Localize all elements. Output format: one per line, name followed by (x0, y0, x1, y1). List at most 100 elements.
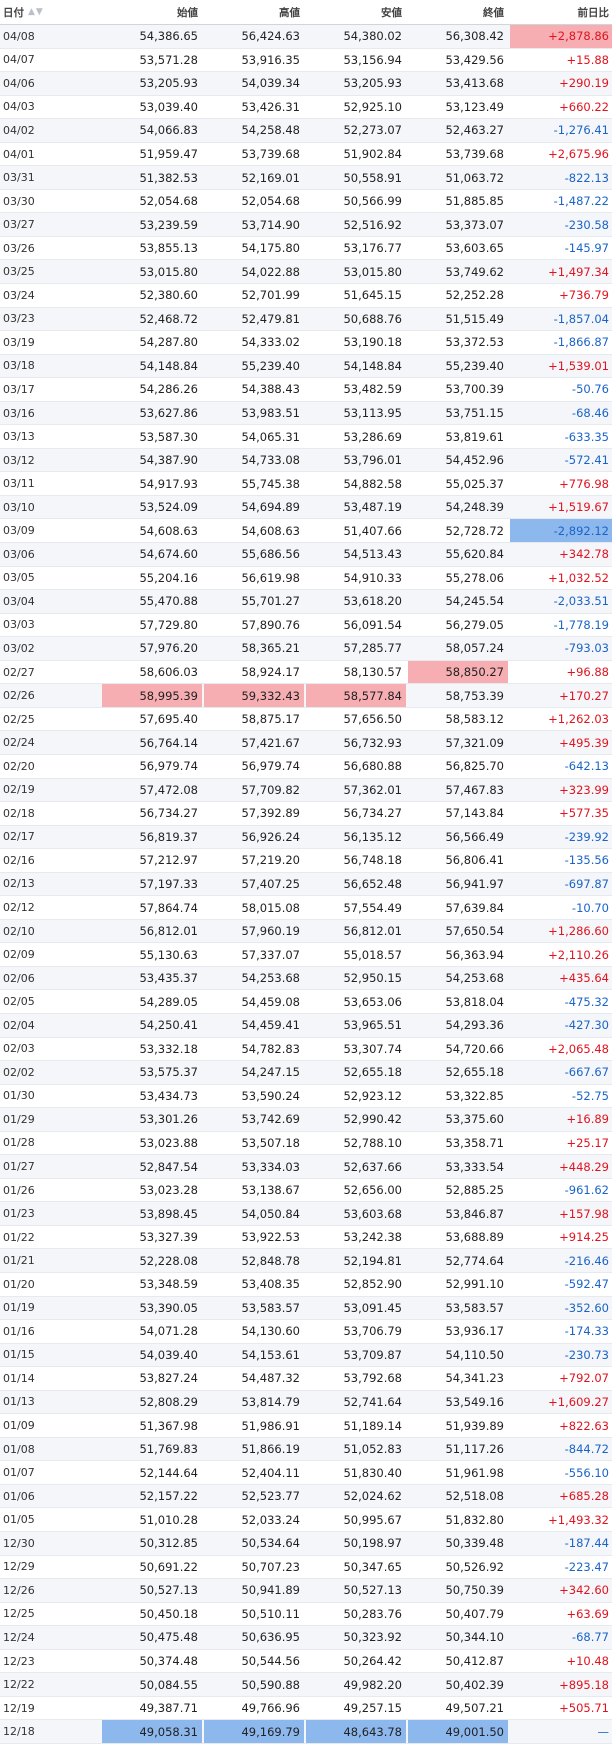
cell-open: 57,976.20 (139, 641, 198, 656)
cell-close: 54,341.23 (445, 1371, 504, 1386)
cell-close: 53,819.61 (445, 429, 504, 444)
cell-open: 53,332.18 (139, 1041, 198, 1056)
cell-date: 03/26 (3, 241, 35, 255)
cell-close: 58,753.39 (445, 688, 504, 703)
header-date[interactable]: 日付 ▲▼ (0, 0, 96, 24)
cell-change: -592.47 (564, 1277, 609, 1292)
cell-open: 53,023.28 (139, 1183, 198, 1198)
table-row: 03/31 51,382.53 52,169.01 50,558.91 51,063.7… (0, 166, 612, 190)
table-row: 12/18 49,058.31 49,169.79 48,643.78 49,001.5… (0, 1720, 612, 1744)
cell-open: 51,959.47 (139, 147, 198, 161)
cell-change: -145.97 (564, 241, 609, 256)
table-row: 02/18 56,734.27 57,392.89 56,734.27 57,143.8… (0, 802, 612, 826)
cell-high: 54,459.41 (241, 1018, 300, 1033)
cell-low: 53,113.95 (343, 406, 402, 421)
cell-close: 52,991.10 (445, 1277, 504, 1292)
table-row: 03/05 55,204.16 56,619.98 54,910.33 55,278.0… (0, 566, 612, 591)
table-row: 01/05 51,010.28 52,033.24 50,995.67 51,832.8… (0, 1508, 612, 1532)
cell-close: 54,720.66 (445, 1041, 504, 1056)
cell-open: 52,228.08 (139, 1253, 198, 1268)
cell-high: 59,332.43 (204, 684, 304, 707)
cell-change: -822.13 (564, 170, 609, 185)
table-row: 12/24 50,475.48 50,636.95 50,323.92 50,344.1… (0, 1626, 612, 1650)
cell-high: 54,333.02 (241, 335, 300, 350)
cell-low: 56,135.12 (343, 829, 402, 844)
cell-close: 51,832.80 (445, 1512, 504, 1527)
cell-high: 53,426.31 (241, 99, 300, 114)
cell-low: 56,734.27 (343, 806, 402, 821)
cell-open: 53,301.26 (139, 1112, 198, 1127)
cell-change: +1,497.34 (548, 264, 609, 279)
cell-open: 52,380.60 (139, 288, 198, 303)
cell-close: 53,603.65 (445, 241, 504, 256)
table-header: 日付 ▲▼ 始値 高値 安値 終値 前日比 (0, 0, 612, 25)
cell-high: 56,926.24 (241, 829, 300, 844)
cell-change: -239.92 (564, 829, 609, 844)
table-row: 02/19 57,472.08 57,709.82 57,362.01 57,467.8… (0, 778, 612, 803)
cell-close: 53,583.57 (445, 1300, 504, 1315)
cell-close: 54,253.68 (445, 971, 504, 986)
cell-date: 01/07 (3, 1466, 35, 1480)
cell-close: 58,850.27 (408, 660, 508, 684)
cell-high: 53,334.03 (241, 1159, 300, 1174)
cell-open: 53,015.80 (139, 264, 198, 279)
table-row: 04/01 51,959.47 53,739.68 51,902.84 53,739.6… (0, 142, 612, 167)
cell-date: 02/17 (3, 830, 35, 844)
cell-change: +2,675.96 (548, 147, 609, 161)
table-row: 03/12 54,387.90 54,733.08 53,796.01 54,452.9… (0, 448, 612, 473)
cell-high: 58,924.17 (241, 665, 300, 680)
cell-open: 49,058.31 (102, 1720, 202, 1743)
cell-high: 56,424.63 (241, 29, 300, 44)
cell-change: -642.13 (564, 759, 609, 774)
table-row: 04/07 53,571.28 53,916.35 53,156.94 53,429.5… (0, 48, 612, 73)
cell-change: +736.79 (559, 288, 609, 303)
cell-open: 50,084.55 (139, 1677, 198, 1692)
cell-high: 52,404.11 (241, 1465, 300, 1480)
cell-high: 54,487.32 (241, 1371, 300, 1386)
cell-open: 57,212.97 (139, 853, 198, 868)
cell-close: 50,750.39 (445, 1583, 504, 1598)
cell-low: 52,950.15 (343, 971, 402, 986)
cell-close: 53,739.68 (445, 147, 504, 161)
cell-open: 54,286.26 (139, 382, 198, 397)
cell-change: +157.98 (559, 1206, 609, 1221)
table-row: 12/30 50,312.85 50,534.64 50,198.97 50,339.4… (0, 1532, 612, 1556)
cell-low: 52,990.42 (343, 1112, 402, 1127)
cell-close: 51,515.49 (445, 311, 504, 326)
table-row: 02/27 58,606.03 58,924.17 58,130.57 58,850.2… (0, 660, 612, 685)
cell-open: 50,475.48 (139, 1630, 198, 1645)
table-row: 02/03 53,332.18 54,782.83 53,307.74 54,720.6… (0, 1037, 612, 1062)
cell-high: 58,875.17 (241, 712, 300, 727)
cell-open: 53,898.45 (139, 1206, 198, 1221)
table-row: 01/07 52,144.64 52,404.11 51,830.40 51,961.9… (0, 1461, 612, 1485)
cell-high: 57,407.25 (241, 876, 300, 891)
cell-date: 03/05 (3, 571, 35, 585)
cell-open: 50,374.48 (139, 1654, 198, 1668)
cell-high: 50,544.56 (241, 1654, 300, 1668)
table-row: 04/03 53,039.40 53,426.31 52,925.10 53,123.4… (0, 95, 612, 120)
table-row: 03/26 53,855.13 54,175.80 53,176.77 53,603.6… (0, 236, 612, 261)
cell-date: 12/25 (3, 1607, 35, 1621)
cell-low: 50,264.42 (343, 1654, 402, 1668)
table-row: 01/06 52,157.22 52,523.77 52,024.62 52,518.0… (0, 1484, 612, 1509)
cell-open: 52,808.29 (139, 1394, 198, 1409)
cell-close: 52,655.18 (445, 1065, 504, 1080)
cell-open: 52,144.64 (139, 1465, 198, 1480)
cell-date: 03/17 (3, 382, 35, 396)
sort-arrows-icon[interactable]: ▲▼ (28, 7, 44, 17)
cell-date: 03/31 (3, 171, 35, 185)
cell-low: 53,706.79 (343, 1324, 402, 1339)
cell-high: 56,979.74 (241, 759, 300, 774)
cell-low: 57,285.77 (343, 641, 402, 656)
cell-date: 01/16 (3, 1324, 35, 1338)
cell-close: 50,407.79 (445, 1606, 504, 1621)
cell-close: 50,339.48 (445, 1536, 504, 1551)
cell-change: -2,892.12 (510, 519, 612, 543)
cell-open: 53,524.09 (139, 500, 198, 515)
header-open: 始値 (177, 6, 198, 19)
table-body: 04/08 54,386.65 56,424.63 54,380.02 56,308.4… (0, 25, 612, 1744)
cell-low: 50,323.92 (343, 1630, 402, 1645)
cell-low: 52,273.07 (343, 123, 402, 138)
cell-date: 01/13 (3, 1395, 35, 1409)
cell-low: 50,527.13 (343, 1583, 402, 1598)
